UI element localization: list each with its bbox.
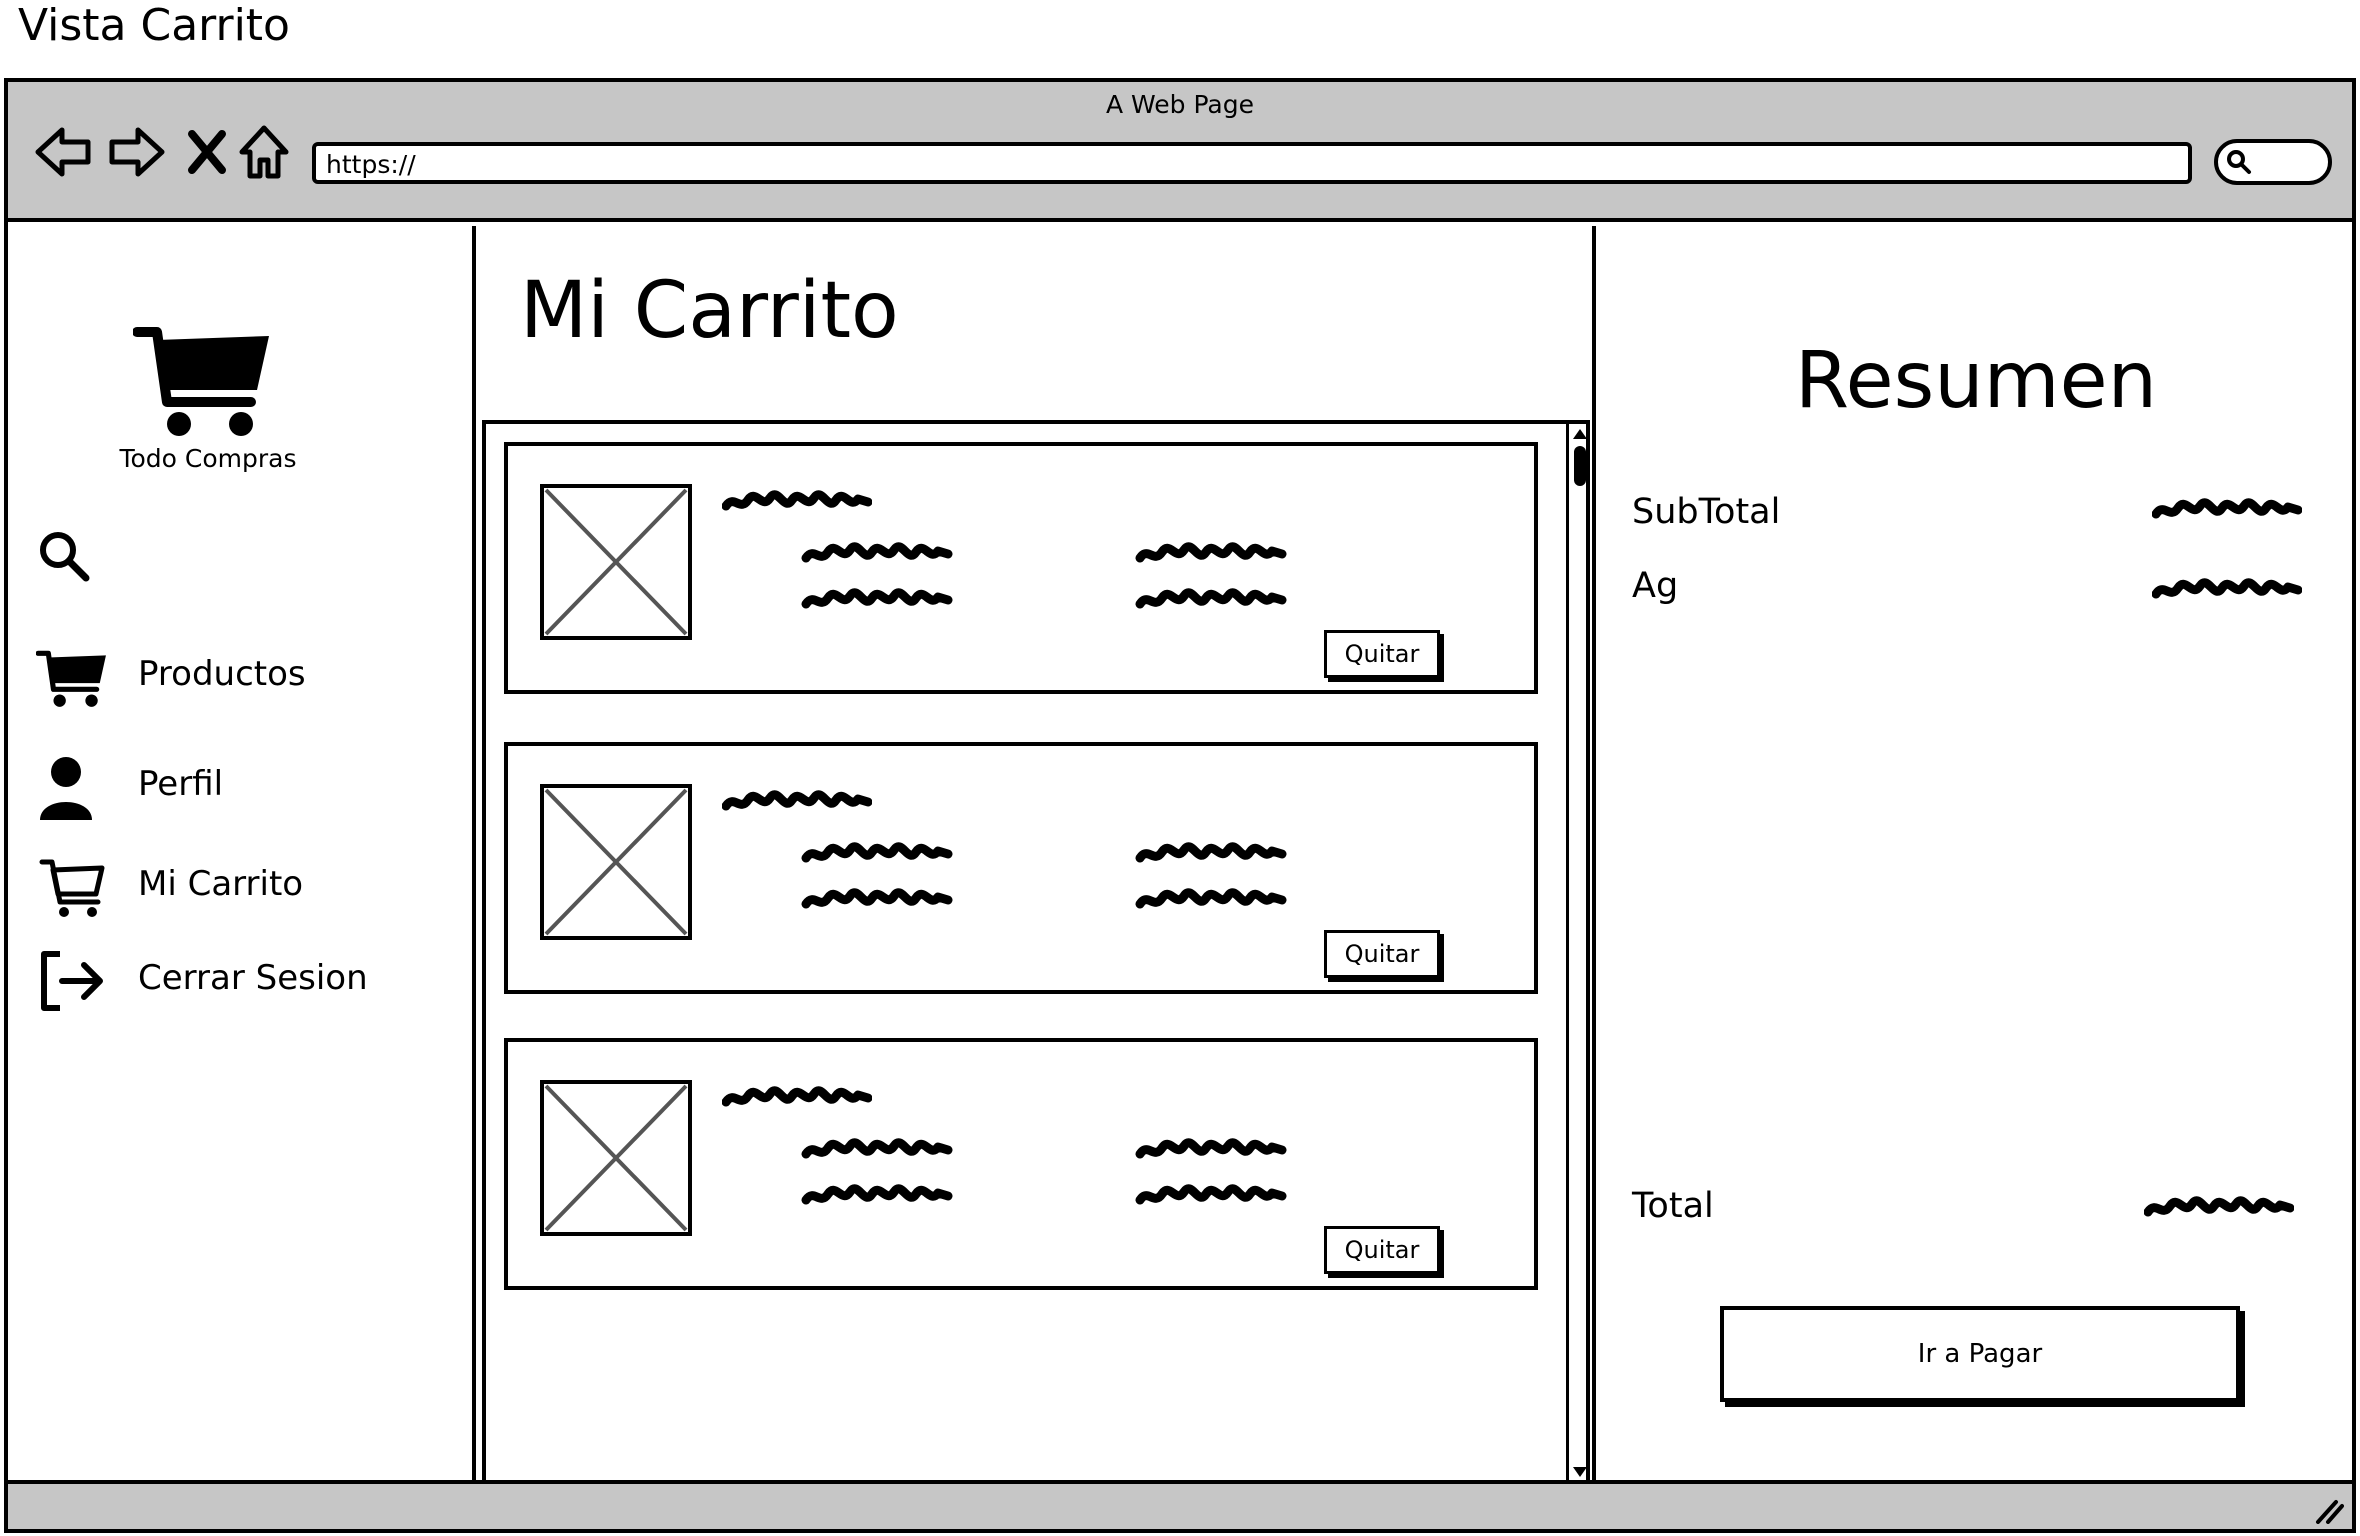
scroll-down-arrow-icon[interactable]	[1571, 1464, 1589, 1480]
browser-toolbar: A Web Page https://	[8, 82, 2352, 222]
browser-window: A Web Page https:// Todo Compras Product…	[4, 78, 2356, 1533]
item-detail-scribble	[722, 1138, 1032, 1162]
total-label: Total	[1632, 1186, 1714, 1226]
url-text: https://	[326, 150, 416, 179]
sidebar-item-label: Perfil	[138, 764, 224, 804]
total-value-scribble	[2144, 1196, 2294, 1220]
item-detail-scribble	[1056, 888, 1366, 912]
item-detail-scribble	[722, 1184, 1032, 1208]
pay-button[interactable]: Ir a Pagar	[1720, 1306, 2240, 1402]
cart-item: Quitar	[504, 742, 1538, 994]
scrollbar-thumb[interactable]	[1574, 446, 1586, 486]
back-arrow-icon[interactable]	[34, 122, 94, 182]
item-detail-scribble	[722, 542, 1032, 566]
sidebar-item-cerrar-sesion[interactable]: Cerrar Sesion	[36, 948, 456, 1018]
item-detail-scribble	[1056, 1138, 1366, 1162]
image-placeholder-icon	[540, 484, 692, 640]
shopping-cart-icon	[133, 318, 273, 438]
cart-main-panel: Mi Carrito Quitar Quitar Quitar	[480, 226, 1592, 1484]
user-icon	[40, 757, 92, 820]
home-icon[interactable]	[234, 122, 294, 182]
sidebar-item-mi-carrito[interactable]: Mi Carrito	[36, 854, 456, 924]
remove-item-button[interactable]: Quitar	[1324, 930, 1440, 978]
search-icon[interactable]	[36, 528, 92, 584]
sidebar-item-label: Productos	[138, 654, 306, 694]
forward-arrow-icon[interactable]	[106, 122, 166, 182]
sidebar-item-label: Mi Carrito	[138, 864, 304, 904]
brand-label: Todo Compras	[119, 444, 297, 473]
cart-item: Quitar	[504, 1038, 1538, 1290]
shopping-cart-icon	[36, 644, 108, 710]
close-x-icon[interactable]	[178, 122, 238, 182]
page-title: Mi Carrito	[520, 266, 899, 356]
resize-grip-icon[interactable]	[2314, 1496, 2344, 1524]
item-detail-scribble	[1056, 842, 1366, 866]
browser-search-field[interactable]	[2214, 139, 2332, 185]
item-detail-scribble	[1056, 1184, 1366, 1208]
item-detail-scribble	[722, 888, 1032, 912]
sidebar-item-perfil[interactable]: Perfil	[36, 754, 456, 824]
list-scrollbar[interactable]	[1566, 424, 1590, 1484]
order-summary-panel: Resumen SubTotal Ag Total Ir a Pagar	[1592, 226, 2352, 1480]
diagram-title: Vista Carrito	[18, 0, 290, 51]
tax-label: Ag	[1632, 566, 1679, 606]
scroll-up-arrow-icon[interactable]	[1571, 426, 1589, 442]
cart-outline-icon	[39, 859, 105, 917]
item-detail-scribble	[1056, 542, 1366, 566]
browser-status-bar	[8, 1480, 2352, 1529]
sidebar-item-label: Cerrar Sesion	[138, 958, 368, 998]
cart-item: Quitar	[504, 442, 1538, 694]
item-detail-scribble	[722, 588, 1032, 612]
item-detail-scribble	[1056, 588, 1366, 612]
window-title: A Web Page	[1105, 90, 1255, 119]
image-placeholder-icon	[540, 784, 692, 940]
search-icon	[2227, 150, 2251, 174]
sidebar: Todo Compras Productos Perfil Mi Carrito	[8, 226, 476, 1480]
subtotal-label: SubTotal	[1632, 492, 1781, 532]
item-name-scribble	[722, 790, 872, 814]
item-name-scribble	[722, 1086, 872, 1110]
remove-item-button[interactable]: Quitar	[1324, 1226, 1440, 1274]
url-input[interactable]: https://	[312, 142, 2192, 184]
logout-icon	[41, 951, 103, 1011]
remove-item-button[interactable]: Quitar	[1324, 630, 1440, 678]
subtotal-value-scribble	[2152, 498, 2302, 522]
sidebar-item-productos[interactable]: Productos	[36, 644, 456, 714]
image-placeholder-icon	[540, 1080, 692, 1236]
tax-value-scribble	[2152, 578, 2302, 602]
item-name-scribble	[722, 490, 872, 514]
item-detail-scribble	[722, 842, 1032, 866]
cart-item-list: Quitar Quitar Quitar	[482, 420, 1590, 1484]
summary-title: Resumen	[1794, 336, 2158, 426]
